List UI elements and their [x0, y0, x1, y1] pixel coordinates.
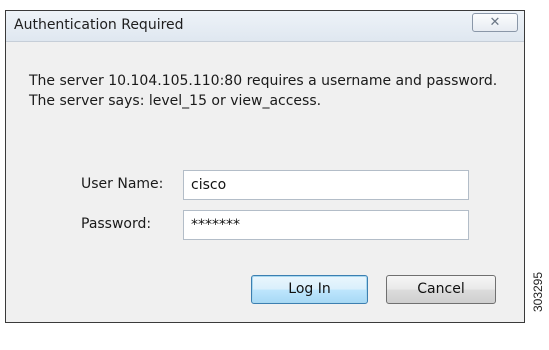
figure-number-text: 303295	[531, 272, 545, 312]
username-input[interactable]: cisco	[183, 170, 469, 200]
dialog-title: Authentication Required	[14, 17, 184, 33]
password-label: Password:	[81, 216, 152, 232]
close-button[interactable]: ✕	[472, 13, 518, 32]
authentication-dialog: Authentication Required ✕ The server 10.…	[5, 10, 525, 323]
screenshot-stage: Authentication Required ✕ The server 10.…	[0, 0, 549, 350]
cancel-button[interactable]: Cancel	[386, 275, 496, 304]
figure-number: 303295	[531, 272, 545, 312]
close-icon: ✕	[489, 15, 501, 30]
dialog-titlebar[interactable]: Authentication Required ✕	[6, 11, 524, 42]
login-button[interactable]: Log In	[251, 275, 368, 304]
auth-message: The server 10.104.105.110:80 requires a …	[29, 73, 498, 109]
username-label: User Name:	[81, 176, 164, 192]
password-input[interactable]: *******	[183, 210, 469, 240]
